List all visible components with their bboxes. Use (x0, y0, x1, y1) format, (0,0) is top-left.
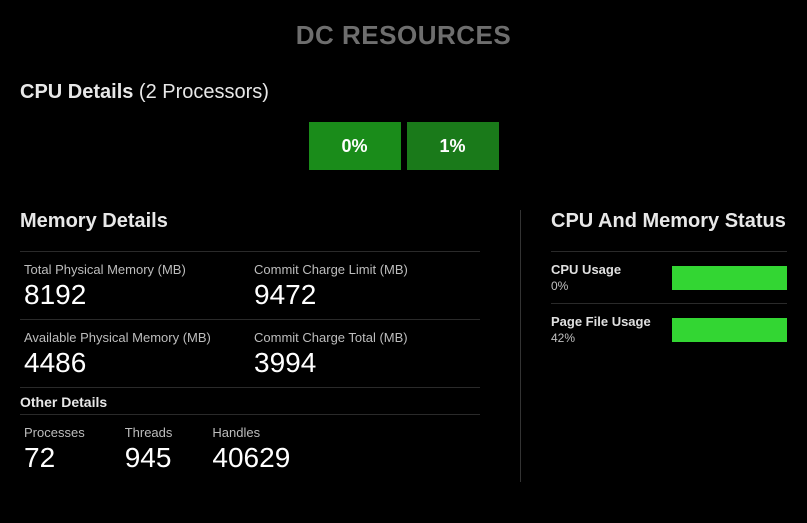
status-value: 0% (551, 279, 672, 293)
metric-value: 8192 (24, 279, 246, 311)
metric-value: 72 (24, 442, 85, 474)
metric-value: 3994 (254, 347, 476, 379)
status-heading: CPU And Memory Status (551, 210, 787, 233)
metric-available-physical: Available Physical Memory (MB) 4486 (20, 320, 250, 387)
other-details-heading: Other Details (20, 388, 480, 414)
metric-value: 945 (125, 442, 173, 474)
metric-handles: Handles 40629 (212, 425, 290, 474)
metric-label: Handles (212, 425, 290, 440)
status-value: 42% (551, 331, 672, 345)
memory-details-heading: Memory Details (20, 210, 480, 233)
memory-details-panel: Memory Details Total Physical Memory (MB… (20, 210, 480, 482)
metric-total-physical: Total Physical Memory (MB) 8192 (20, 252, 250, 319)
status-cpu-usage: CPU Usage 0% (551, 251, 787, 303)
status-label: CPU Usage (551, 262, 672, 277)
metric-value: 9472 (254, 279, 476, 311)
metric-value: 40629 (212, 442, 290, 474)
metric-threads: Threads 945 (125, 425, 173, 474)
cpu-details-heading: CPU Details (2 Processors) (20, 81, 787, 104)
metric-value: 4486 (24, 347, 246, 379)
status-page-file: Page File Usage 42% (551, 303, 787, 355)
status-label: Page File Usage (551, 314, 672, 329)
cpu-tile-1: 1% (407, 122, 499, 170)
status-bar-cpu (672, 266, 787, 290)
metric-label: Threads (125, 425, 173, 440)
page-title: DC RESOURCES (0, 0, 807, 81)
status-panel: CPU And Memory Status CPU Usage 0% Page … (520, 210, 787, 482)
metric-label: Processes (24, 425, 85, 440)
cpu-tile-0: 0% (309, 122, 401, 170)
status-bar-pagefile (672, 318, 787, 342)
metric-commit-total: Commit Charge Total (MB) 3994 (250, 320, 480, 387)
metric-commit-limit: Commit Charge Limit (MB) 9472 (250, 252, 480, 319)
metric-label: Available Physical Memory (MB) (24, 330, 246, 345)
cpu-details-heading-bold: CPU Details (20, 81, 133, 103)
cpu-tiles: 0% 1% (20, 122, 787, 170)
metric-processes: Processes 72 (24, 425, 85, 474)
metric-label: Commit Charge Limit (MB) (254, 262, 476, 277)
cpu-details-heading-rest: (2 Processors) (133, 81, 269, 103)
metric-label: Total Physical Memory (MB) (24, 262, 246, 277)
metric-label: Commit Charge Total (MB) (254, 330, 476, 345)
